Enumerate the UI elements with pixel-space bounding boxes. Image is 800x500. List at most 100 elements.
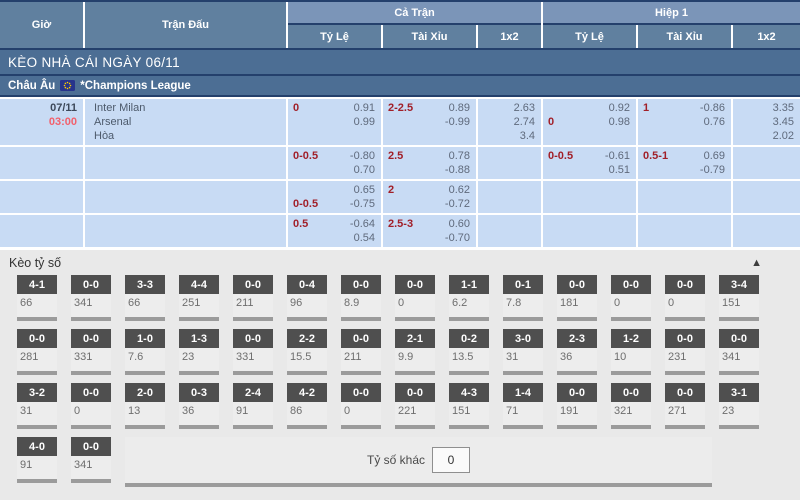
score-tile[interactable]: 2-4 91 [233, 383, 273, 429]
half-overunder-cell[interactable]: 0.5-10.69 -0.79 [638, 147, 731, 179]
score-tile[interactable]: 0-0 0 [665, 275, 705, 321]
half-handicap-cell[interactable]: 0-0.5-0.61 0.51 [543, 147, 636, 179]
score-tile[interactable]: 2-3 36 [557, 329, 597, 375]
score-tile[interactable]: 0-0 331 [71, 329, 111, 375]
score-odds-value: 31 [503, 348, 543, 375]
half-1x2-cell[interactable] [733, 181, 800, 213]
score-tile[interactable]: 3-3 66 [125, 275, 165, 321]
score-tile[interactable]: 0-0 341 [719, 329, 759, 375]
score-tile[interactable]: 0-4 96 [287, 275, 327, 321]
score-tile[interactable]: 1-4 71 [503, 383, 543, 429]
odds-value: 0.69 [704, 149, 725, 163]
score-tile[interactable]: 0-1 7.8 [503, 275, 543, 321]
odds-value: -0.61 [605, 149, 630, 163]
score-odds-value: 271 [665, 402, 705, 429]
score-tile[interactable]: 4-4 251 [179, 275, 219, 321]
handicap-label: 0.5 [293, 217, 308, 231]
full-handicap-cell[interactable]: 0-0.5-0.80 0.70 [288, 147, 381, 179]
score-tile[interactable]: 0-0 231 [665, 329, 705, 375]
half-overunder-cell[interactable]: 1-0.86 0.76 [638, 99, 731, 145]
full-1x2-cell[interactable]: 2.632.743.4 [478, 99, 541, 145]
full-1x2-cell[interactable] [478, 215, 541, 247]
team-name[interactable]: Arsenal [94, 115, 282, 129]
score-tile[interactable]: 4-0 91 [17, 437, 57, 487]
score-tile[interactable]: 4-1 66 [17, 275, 57, 321]
half-handicap-cell[interactable] [543, 181, 636, 213]
score-tile[interactable]: 2-0 13 [125, 383, 165, 429]
full-overunder-cell[interactable]: 2.5-30.60 -0.70 [383, 215, 476, 247]
score-tile[interactable]: 0-0 191 [557, 383, 597, 429]
half-1x2-cell[interactable] [733, 147, 800, 179]
half-overunder-cell[interactable] [638, 181, 731, 213]
overunder-label: 2.5-3 [388, 217, 413, 231]
score-tile[interactable]: 3-4 151 [719, 275, 759, 321]
score-tile[interactable]: 0-0 341 [71, 437, 111, 487]
score-odds-value: 221 [395, 402, 435, 429]
odds-line: 0.70 [293, 163, 375, 177]
score-tile[interactable]: 3-1 23 [719, 383, 759, 429]
score-tile[interactable]: 2-2 15.5 [287, 329, 327, 375]
full-handicap-cell[interactable]: 0.65 0-0.5-0.75 [288, 181, 381, 213]
team-name[interactable]: Inter Milan [94, 101, 282, 115]
odds-value: 0.76 [704, 115, 725, 129]
full-1x2-cell[interactable] [478, 181, 541, 213]
full-1x2-cell[interactable] [478, 147, 541, 179]
full-overunder-cell[interactable]: 2-2.50.89 -0.99 [383, 99, 476, 145]
score-tile[interactable]: 0-0 0 [395, 275, 435, 321]
score-tile[interactable]: 3-2 31 [17, 383, 57, 429]
half-1x2-cell[interactable]: 3.353.452.02 [733, 99, 800, 145]
odds-value: 0.60 [449, 217, 470, 231]
score-tile[interactable]: 1-3 23 [179, 329, 219, 375]
score-tile[interactable]: 2-1 9.9 [395, 329, 435, 375]
full-overunder-cell[interactable]: 20.62 -0.72 [383, 181, 476, 213]
score-tile[interactable]: 0-0 341 [71, 275, 111, 321]
score-tile[interactable]: 0-0 181 [557, 275, 597, 321]
half-handicap-cell[interactable]: 0.92 00.98 [543, 99, 636, 145]
score-odds-value: 9.9 [395, 348, 435, 375]
score-tile[interactable]: 0-0 8.9 [341, 275, 381, 321]
score-tile[interactable]: 1-1 6.2 [449, 275, 489, 321]
odds-line: 00.98 [548, 115, 630, 129]
score-label: 1-0 [125, 329, 165, 348]
score-tile[interactable]: 0-0 211 [233, 275, 273, 321]
odds-line: 0.5-10.69 [643, 149, 725, 163]
score-tile[interactable]: 0-0 0 [341, 383, 381, 429]
collapse-arrow-icon[interactable]: ▲ [751, 257, 762, 269]
score-tile[interactable]: 0-0 0 [611, 275, 651, 321]
score-tile[interactable]: 0-0 271 [665, 383, 705, 429]
score-odds-value: 15.5 [287, 348, 327, 375]
half-overunder-cell[interactable] [638, 215, 731, 247]
score-tile[interactable]: 0-0 331 [233, 329, 273, 375]
odds-value: -0.86 [700, 101, 725, 115]
score-tile[interactable]: 0-3 36 [179, 383, 219, 429]
handicap-label: 0-0.5 [293, 197, 318, 211]
other-score-input[interactable] [432, 447, 470, 473]
full-handicap-cell[interactable]: 00.91 0.99 [288, 99, 381, 145]
full-handicap-cell[interactable]: 0.5-0.64 0.54 [288, 215, 381, 247]
score-label: 4-3 [449, 383, 489, 402]
half-1x2-cell[interactable] [733, 215, 800, 247]
score-tile[interactable]: 4-2 86 [287, 383, 327, 429]
score-tile[interactable]: 0-0 321 [611, 383, 651, 429]
score-label: 0-0 [719, 329, 759, 348]
score-tile[interactable]: 1-2 10 [611, 329, 651, 375]
score-tile[interactable]: 0-2 13.5 [449, 329, 489, 375]
team-name[interactable]: Hòa [94, 129, 282, 143]
full-overunder-cell[interactable]: 2.50.78 -0.88 [383, 147, 476, 179]
score-tile[interactable]: 4-3 151 [449, 383, 489, 429]
score-tile[interactable]: 3-0 31 [503, 329, 543, 375]
score-label: 0-0 [665, 275, 705, 294]
score-tile[interactable]: 0-0 211 [341, 329, 381, 375]
overunder-label: 2.5 [388, 149, 403, 163]
odds-table-body: 07/11 03:00 Inter MilanArsenalHòa 00.91 … [0, 97, 800, 247]
score-label: 0-0 [341, 329, 381, 348]
score-odds-value: 341 [71, 456, 111, 483]
half-handicap-cell[interactable] [543, 215, 636, 247]
score-tile[interactable]: 1-0 7.6 [125, 329, 165, 375]
score-label: 2-3 [557, 329, 597, 348]
score-tile[interactable]: 0-0 0 [71, 383, 111, 429]
score-tile[interactable]: 0-0 281 [17, 329, 57, 375]
odds-table-header: Giờ Trận Đấu Cả Trận Hiệp 1 Tỷ Lệ Tài Xỉ… [0, 0, 800, 50]
score-tile[interactable]: 0-0 221 [395, 383, 435, 429]
league-bar[interactable]: Châu Âu *Champions League [0, 76, 800, 97]
